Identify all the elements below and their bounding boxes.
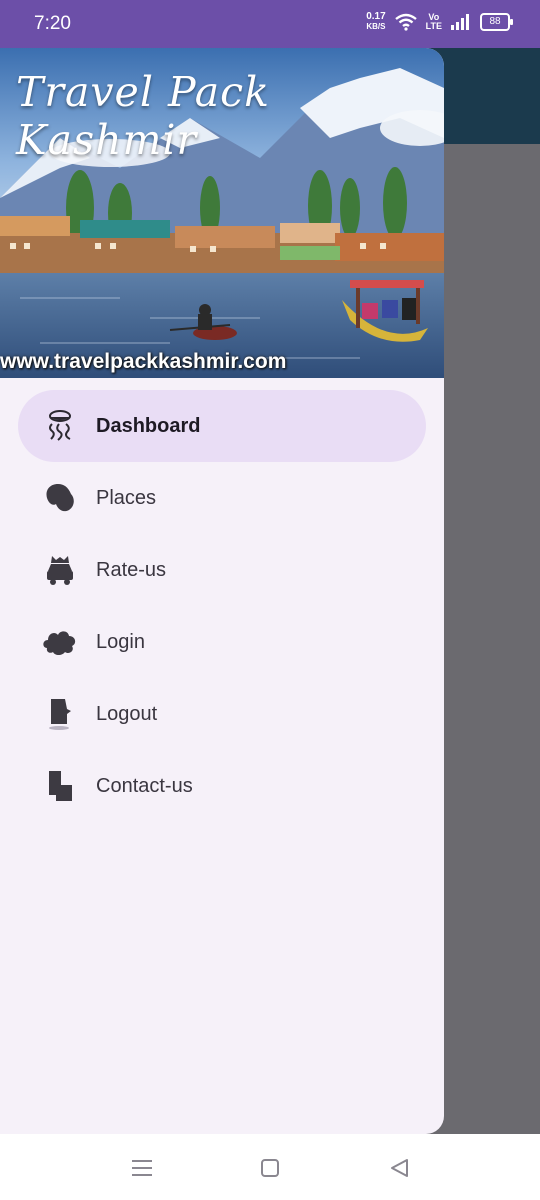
drawer-menu: Dashboard Places Rate-us Login Logout Co… [0, 390, 444, 822]
volte-bottom: LTE [425, 21, 442, 31]
battery-icon: 88 [480, 13, 513, 31]
signal-icon [451, 14, 469, 30]
status-icons: 0.17 KB/S Vo LTE 88 [366, 12, 513, 32]
menu-item-login[interactable]: Login [18, 606, 426, 678]
menu-label-dashboard: Dashboard [96, 414, 201, 437]
network-speed-value: 0.17 [366, 11, 386, 22]
menu-item-contact-us[interactable]: Contact-us [18, 750, 426, 822]
rate-us-icon [42, 552, 78, 588]
places-icon [42, 480, 78, 516]
status-time: 7:20 [34, 13, 71, 34]
menu-item-dashboard[interactable]: Dashboard [18, 390, 426, 462]
dashboard-icon [42, 408, 78, 444]
wifi-icon [394, 13, 417, 31]
menu-item-logout[interactable]: Logout [18, 678, 426, 750]
menu-label-login: Login [96, 630, 145, 653]
logout-icon [42, 696, 78, 732]
login-icon [42, 624, 78, 660]
network-speed-unit: KB/S [366, 22, 386, 31]
network-speed: 0.17 KB/S [366, 12, 385, 32]
home-button[interactable] [258, 1156, 282, 1180]
menu-label-rate-us: Rate-us [96, 558, 167, 581]
status-bar: 7:20 0.17 KB/S Vo LTE 88 [0, 0, 540, 48]
header-url: www.travelpackkashmir.com [0, 350, 287, 373]
drawer-header: Travel Pack Kashmir www.travelpackkashmi… [0, 48, 444, 378]
menu-label-contact-us: Contact-us [96, 774, 193, 797]
header-title: Travel Pack Kashmir [16, 68, 270, 164]
menu-item-places[interactable]: Places [18, 462, 426, 534]
volte-indicator: Vo LTE [426, 13, 442, 31]
menu-label-logout: Logout [96, 702, 158, 725]
navigation-drawer: Travel Pack Kashmir www.travelpackkashmi… [0, 48, 444, 1134]
menu-item-rate-us[interactable]: Rate-us [18, 534, 426, 606]
contact-us-icon [42, 768, 78, 804]
system-nav-bar [0, 1134, 540, 1200]
recent-apps-button[interactable] [130, 1156, 154, 1180]
back-button[interactable] [388, 1156, 412, 1180]
menu-label-places: Places [96, 486, 157, 509]
